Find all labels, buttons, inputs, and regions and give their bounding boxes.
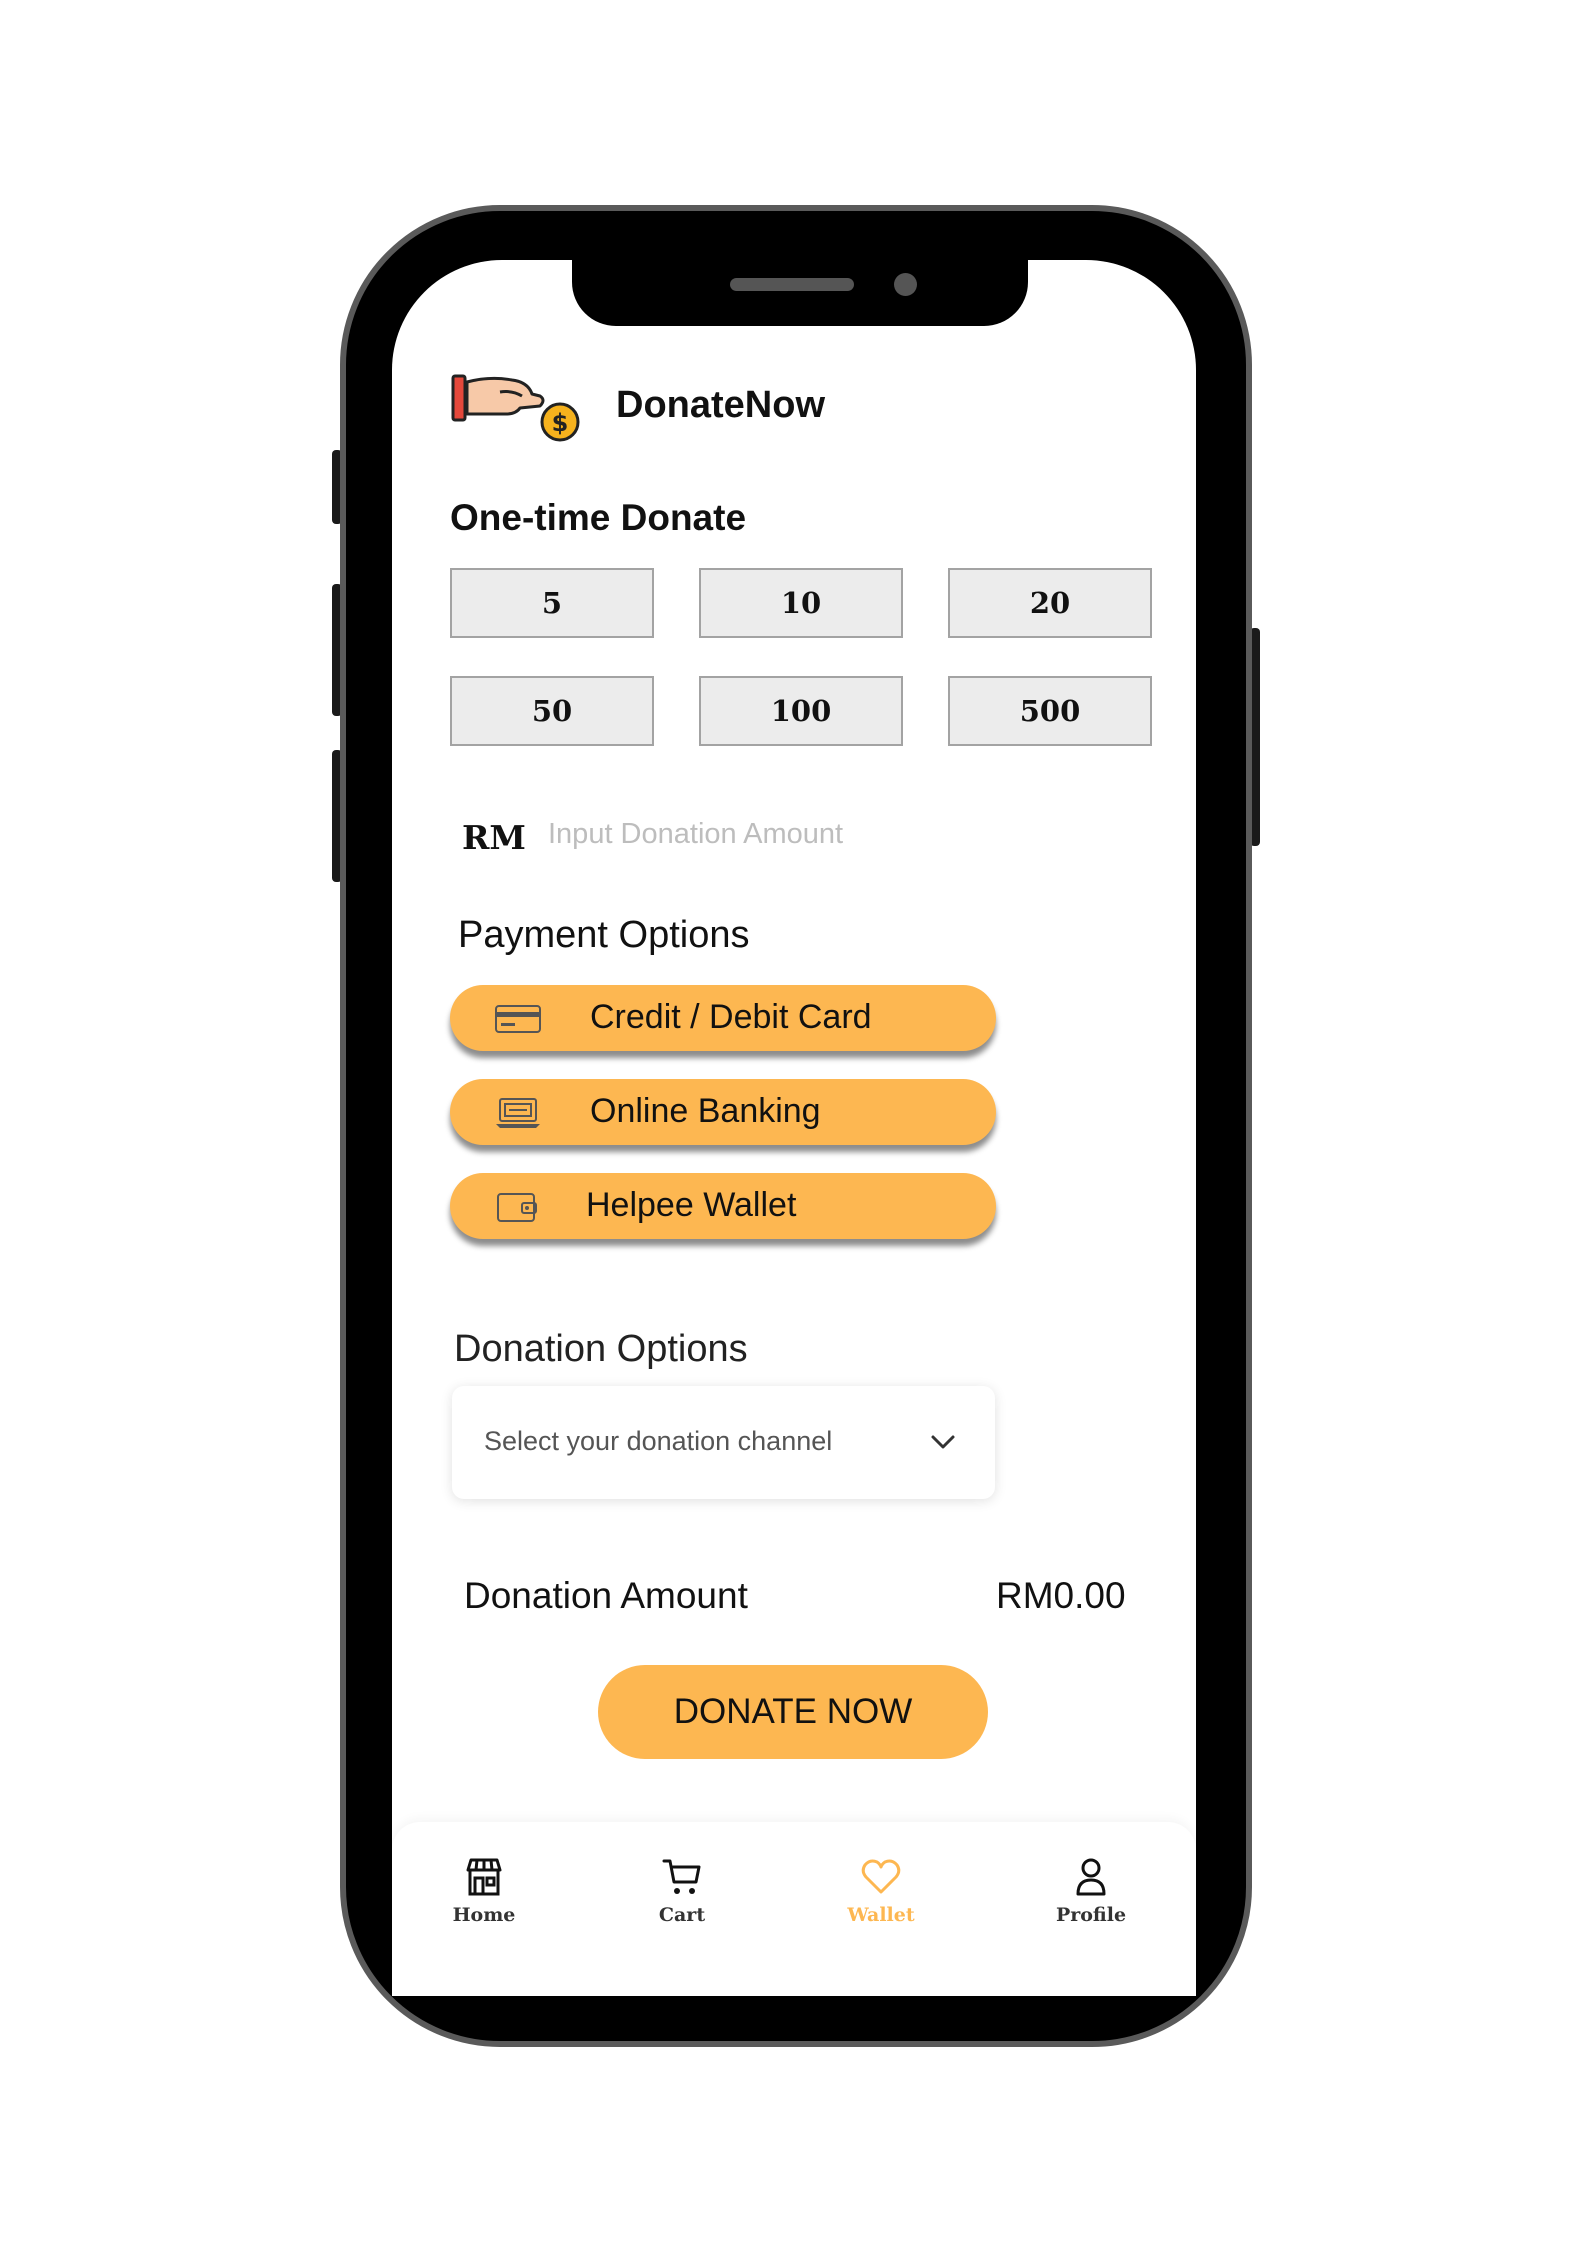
nav-item-profile[interactable]: Profile <box>1031 1856 1151 1936</box>
donation-options-title: Donation Options <box>454 1328 748 1370</box>
donate-now-button[interactable]: DONATE NOW <box>598 1665 988 1759</box>
donation-amount-label: Donation Amount <box>464 1575 748 1616</box>
heart-icon <box>861 1859 901 1894</box>
online-banking-button[interactable]: Online Banking <box>450 1079 996 1145</box>
front-camera <box>894 273 917 296</box>
wallet-icon <box>497 1193 537 1222</box>
amount-button-20[interactable]: 20 <box>948 568 1152 638</box>
payment-option-label: Online Banking <box>590 1092 821 1130</box>
phone-notch <box>572 260 1028 326</box>
payment-options-title: Payment Options <box>458 914 750 956</box>
nav-label-cart: Cart <box>658 1904 706 1926</box>
amount-button-5[interactable]: 5 <box>450 568 654 638</box>
donation-channel-select[interactable]: Select your donation channel <box>452 1386 995 1499</box>
payment-option-label: Credit / Debit Card <box>590 998 872 1036</box>
nav-item-wallet[interactable]: Wallet <box>821 1856 941 1936</box>
currency-label: RM <box>462 818 526 857</box>
helpee-wallet-button[interactable]: Helpee Wallet <box>450 1173 996 1239</box>
credit-debit-card-button[interactable]: Credit / Debit Card <box>450 985 996 1051</box>
svg-text:$: $ <box>552 409 569 437</box>
nav-label-home: Home <box>452 1904 516 1926</box>
one-time-donate-title: One-time Donate <box>450 497 747 538</box>
chevron-down-icon <box>931 1435 955 1449</box>
nav-label-wallet: Wallet <box>847 1904 915 1926</box>
store-icon <box>466 1858 502 1896</box>
payment-option-label: Helpee Wallet <box>586 1186 797 1224</box>
nav-item-cart[interactable]: Cart <box>622 1856 742 1936</box>
app-title: DonateNow <box>616 384 825 426</box>
amount-button-10[interactable]: 10 <box>699 568 903 638</box>
amount-button-100[interactable]: 100 <box>699 676 903 746</box>
speaker-grille <box>730 278 854 291</box>
amount-button-500[interactable]: 500 <box>948 676 1152 746</box>
donation-amount-value: RM0.00 <box>996 1575 1126 1616</box>
online-banking-icon <box>496 1098 540 1128</box>
donation-channel-placeholder: Select your donation channel <box>484 1426 833 1456</box>
nav-label-profile: Profile <box>1055 1904 1127 1926</box>
cart-icon <box>662 1859 701 1894</box>
credit-card-icon <box>495 1005 541 1033</box>
nav-item-home[interactable]: Home <box>424 1856 544 1936</box>
user-icon <box>1076 1858 1106 1896</box>
amount-button-50[interactable]: 50 <box>450 676 654 746</box>
donation-amount-input[interactable] <box>548 818 908 851</box>
hand-giving-coin-icon: $ <box>451 374 580 442</box>
